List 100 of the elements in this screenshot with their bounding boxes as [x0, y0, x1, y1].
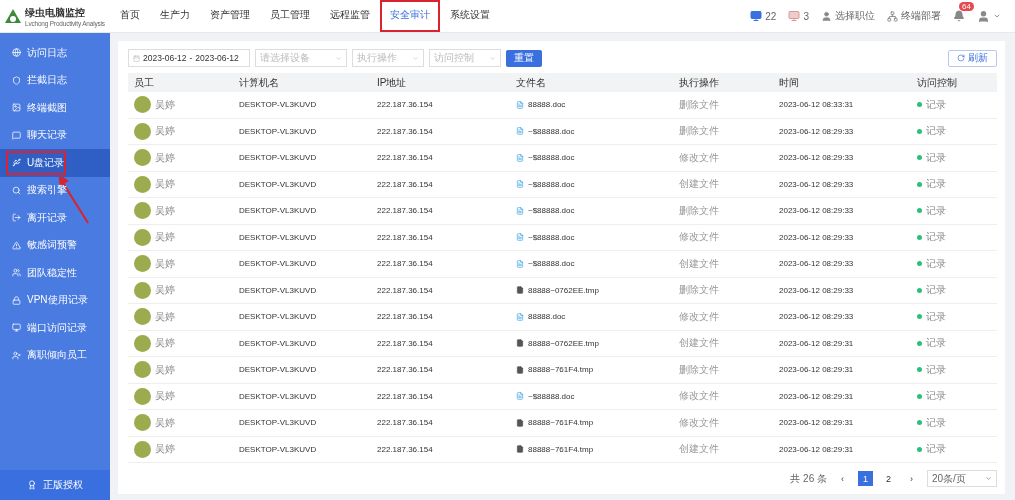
nav-tab[interactable]: 生产力 [150, 0, 200, 32]
avatar [134, 96, 151, 114]
table-cell-text: 创建文件 [678, 336, 720, 351]
nav-tab[interactable]: 资产管理 [200, 0, 260, 32]
document-icon [516, 206, 524, 215]
table-cell-text: 222.187.36.154 [376, 365, 434, 375]
prev-page-button[interactable]: ‹ [835, 471, 850, 486]
menu-icon [12, 323, 21, 333]
avatar [134, 334, 151, 352]
sidebar-item[interactable]: 离开记录 [0, 204, 110, 232]
calendar-icon [133, 54, 140, 62]
next-page-button[interactable]: › [904, 471, 919, 486]
table-cell-text: 2023-06-12 08:29:33 [778, 206, 855, 216]
notification-badge: 64 [959, 2, 974, 11]
refresh-button[interactable]: 刷新 [948, 49, 997, 67]
chevron-down-icon [985, 475, 992, 482]
menu-icon [12, 240, 21, 250]
sidebar-item[interactable]: 团队稳定性 [0, 259, 110, 287]
sidebar-item[interactable]: 端口访问记录 [0, 314, 110, 342]
sidebar-item[interactable]: 拦截日志 [0, 66, 110, 94]
avatar [134, 228, 151, 246]
nav-tab[interactable]: 远程监管 [320, 0, 380, 32]
table-cell-text: 222.187.36.154 [376, 418, 434, 428]
document-icon [516, 180, 524, 189]
sidebar-item[interactable]: 离职倾向员工 [0, 341, 110, 369]
avatar [134, 175, 151, 193]
table-cell-text: 删除文件 [678, 203, 720, 218]
nav-tab[interactable]: 安全审计 [380, 0, 440, 32]
column-header: 计算机名 [238, 75, 280, 90]
status-text: 记录 [926, 389, 946, 404]
file-name: ~$88888.doc [528, 206, 575, 216]
date-range-field[interactable]: 2023-06-12 - 2023-06-12 [128, 49, 250, 67]
table-cell-text: 2023-06-12 08:29:31 [778, 418, 855, 428]
page-size-select[interactable]: 20条/页 [927, 470, 997, 487]
table-cell-text: DESKTOP-VL3KUVD [238, 232, 318, 242]
network-icon [887, 10, 898, 22]
document-icon [516, 127, 524, 136]
menu-icon [12, 75, 21, 85]
page-button[interactable]: 2 [881, 471, 896, 486]
sidebar-item[interactable]: VPN使用记录 [0, 286, 110, 314]
document-icon [516, 259, 524, 268]
table-cell-text: 创建文件 [678, 177, 720, 192]
deploy-link[interactable]: 终端部署 [901, 9, 941, 23]
sidebar-item[interactable]: 敏感词预警 [0, 231, 110, 259]
employee-name: 吴婷 [155, 309, 175, 324]
status-text: 记录 [926, 230, 946, 245]
table-cell-text: 2023-06-12 08:33:31 [778, 100, 855, 110]
avatar [134, 361, 151, 379]
avatar [134, 440, 151, 458]
nav-tab[interactable]: 员工管理 [260, 0, 320, 32]
refresh-icon [957, 54, 965, 62]
table-cell-text: 2023-06-12 08:29:33 [778, 126, 855, 136]
chevron-down-icon [993, 12, 1001, 20]
sidebar-item[interactable]: U盘记录 [0, 149, 110, 177]
table-cell-text: 222.187.36.154 [376, 285, 434, 295]
sidebar-item[interactable]: 搜索引擎 [0, 176, 110, 204]
page-button[interactable]: 1 [858, 471, 873, 486]
column-header: 文件名 [515, 75, 547, 90]
table-cell-text: 创建文件 [678, 442, 720, 457]
nav-tab[interactable]: 首页 [110, 0, 150, 32]
total-count: 共 26 条 [790, 471, 827, 486]
status-text: 记录 [926, 442, 946, 457]
chevron-down-icon [412, 54, 419, 62]
document-icon [516, 153, 524, 162]
status-text: 记录 [926, 256, 946, 271]
table-cell-text: DESKTOP-VL3KUVD [238, 391, 318, 401]
document-icon [516, 233, 524, 242]
sidebar-item[interactable]: 聊天记录 [0, 121, 110, 149]
table-cell-text: DESKTOP-VL3KUVD [238, 285, 318, 295]
sidebar-item[interactable]: 终端截图 [0, 94, 110, 122]
table-cell-text: 222.187.36.154 [376, 153, 434, 163]
bell-icon[interactable] [953, 10, 965, 22]
table-cell-text: 222.187.36.154 [376, 232, 434, 242]
status-text: 记录 [926, 124, 946, 139]
file-icon [516, 339, 524, 348]
nav-tab[interactable]: 系统设置 [440, 0, 500, 32]
column-header: 时间 [778, 75, 800, 90]
menu-icon [12, 185, 21, 195]
status-text: 记录 [926, 283, 946, 298]
status-text: 记录 [926, 203, 946, 218]
employee-name: 吴婷 [155, 124, 175, 139]
column-header: 访问控制 [916, 75, 958, 90]
status-text: 记录 [926, 97, 946, 112]
table-cell-text: 创建文件 [678, 256, 720, 271]
sidebar-item[interactable]: 访问日志 [0, 39, 110, 67]
file-icon [516, 445, 524, 454]
table-cell-text: 2023-06-12 08:29:31 [778, 391, 855, 401]
monitor-icon [750, 10, 763, 22]
reset-button[interactable]: 重置 [506, 49, 542, 67]
menu-icon [12, 295, 21, 305]
table-cell-text: 2023-06-12 08:29:33 [778, 312, 855, 322]
table-cell-text: DESKTOP-VL3KUVD [238, 153, 318, 163]
user-icon[interactable] [977, 9, 990, 23]
license-link[interactable]: 正版授权 [43, 478, 83, 492]
online-count: 22 [765, 10, 777, 22]
brand-name: 绿虫电脑监控 [25, 5, 86, 20]
column-header: IP地址 [376, 75, 408, 90]
position-selector[interactable]: 选择职位 [835, 9, 875, 23]
file-icon [516, 286, 524, 295]
table-cell-text: DESKTOP-VL3KUVD [238, 206, 318, 216]
